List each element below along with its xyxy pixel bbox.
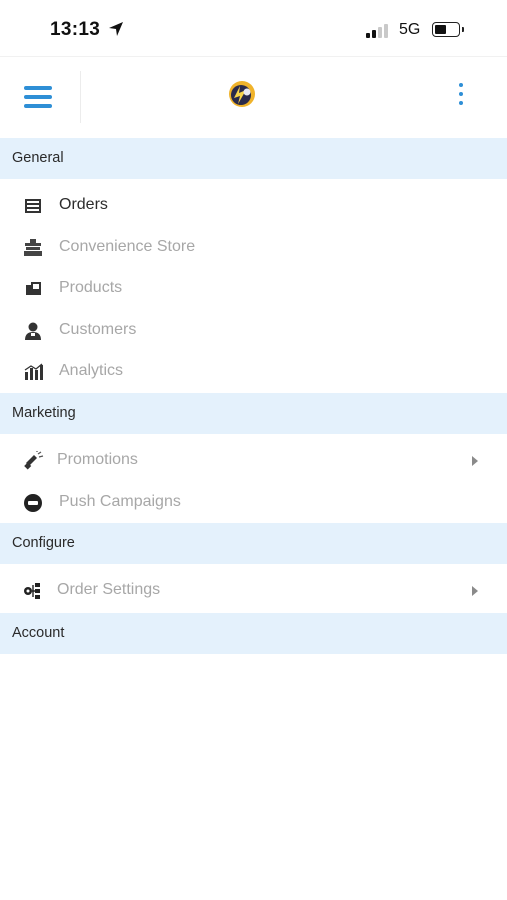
bar-chart-icon [24,363,43,380]
network-type: 5G [399,21,421,38]
section-configure: Configure [0,523,507,564]
products-icon [26,282,41,295]
hamburger-menu-button[interactable] [20,79,56,115]
menu-item-label-customers: Customers [59,321,137,338]
status-time: 13:13 [50,19,101,40]
menu-item-promotions[interactable]: Promotions [0,440,507,481]
menu-item-products[interactable]: Products [0,268,507,309]
battery-icon [432,22,464,37]
header-divider [80,71,81,123]
menu-item-orders[interactable]: Orders [0,185,507,226]
section-account: Account [0,613,507,654]
section-general: General [0,138,507,179]
menu-item-label-promotions: Promotions [57,451,138,468]
chevron-right-icon [472,586,478,596]
app-header [0,56,507,139]
menu-item-label-orders: Orders [59,196,108,213]
menu-item-label-convenience-store: Convenience Store [59,238,196,255]
more-options-button[interactable] [450,79,472,111]
settings-hierarchy-icon [24,583,40,599]
app-logo-icon [229,81,255,107]
megaphone-icon [24,451,44,470]
menu-item-convenience-store[interactable]: Convenience Store [0,227,507,268]
menu-item-order-settings[interactable]: Order Settings [0,570,507,611]
section-label-general: General [12,150,64,166]
menu-item-customers[interactable]: Customers [0,310,507,351]
chevron-right-icon [472,456,478,466]
section-label-configure: Configure [12,535,75,551]
section-label-account: Account [12,625,65,641]
store-icon [24,239,42,256]
menu-item-push-campaigns[interactable]: Push Campaigns [0,482,507,523]
status-bar: 13:13 5G [0,0,507,56]
cellular-signal-icon [366,24,392,38]
menu-item-analytics[interactable]: Analytics [0,351,507,392]
push-badge-icon [24,494,42,512]
location-arrow-icon [109,22,123,36]
menu-item-label-products: Products [59,279,123,296]
customer-icon [25,322,41,340]
menu-item-label-push-campaigns: Push Campaigns [59,493,181,510]
section-marketing: Marketing [0,393,507,434]
menu-item-label-analytics: Analytics [59,362,124,379]
menu-item-label-order-settings: Order Settings [57,581,161,598]
orders-list-icon [25,199,41,213]
section-label-marketing: Marketing [12,405,76,421]
